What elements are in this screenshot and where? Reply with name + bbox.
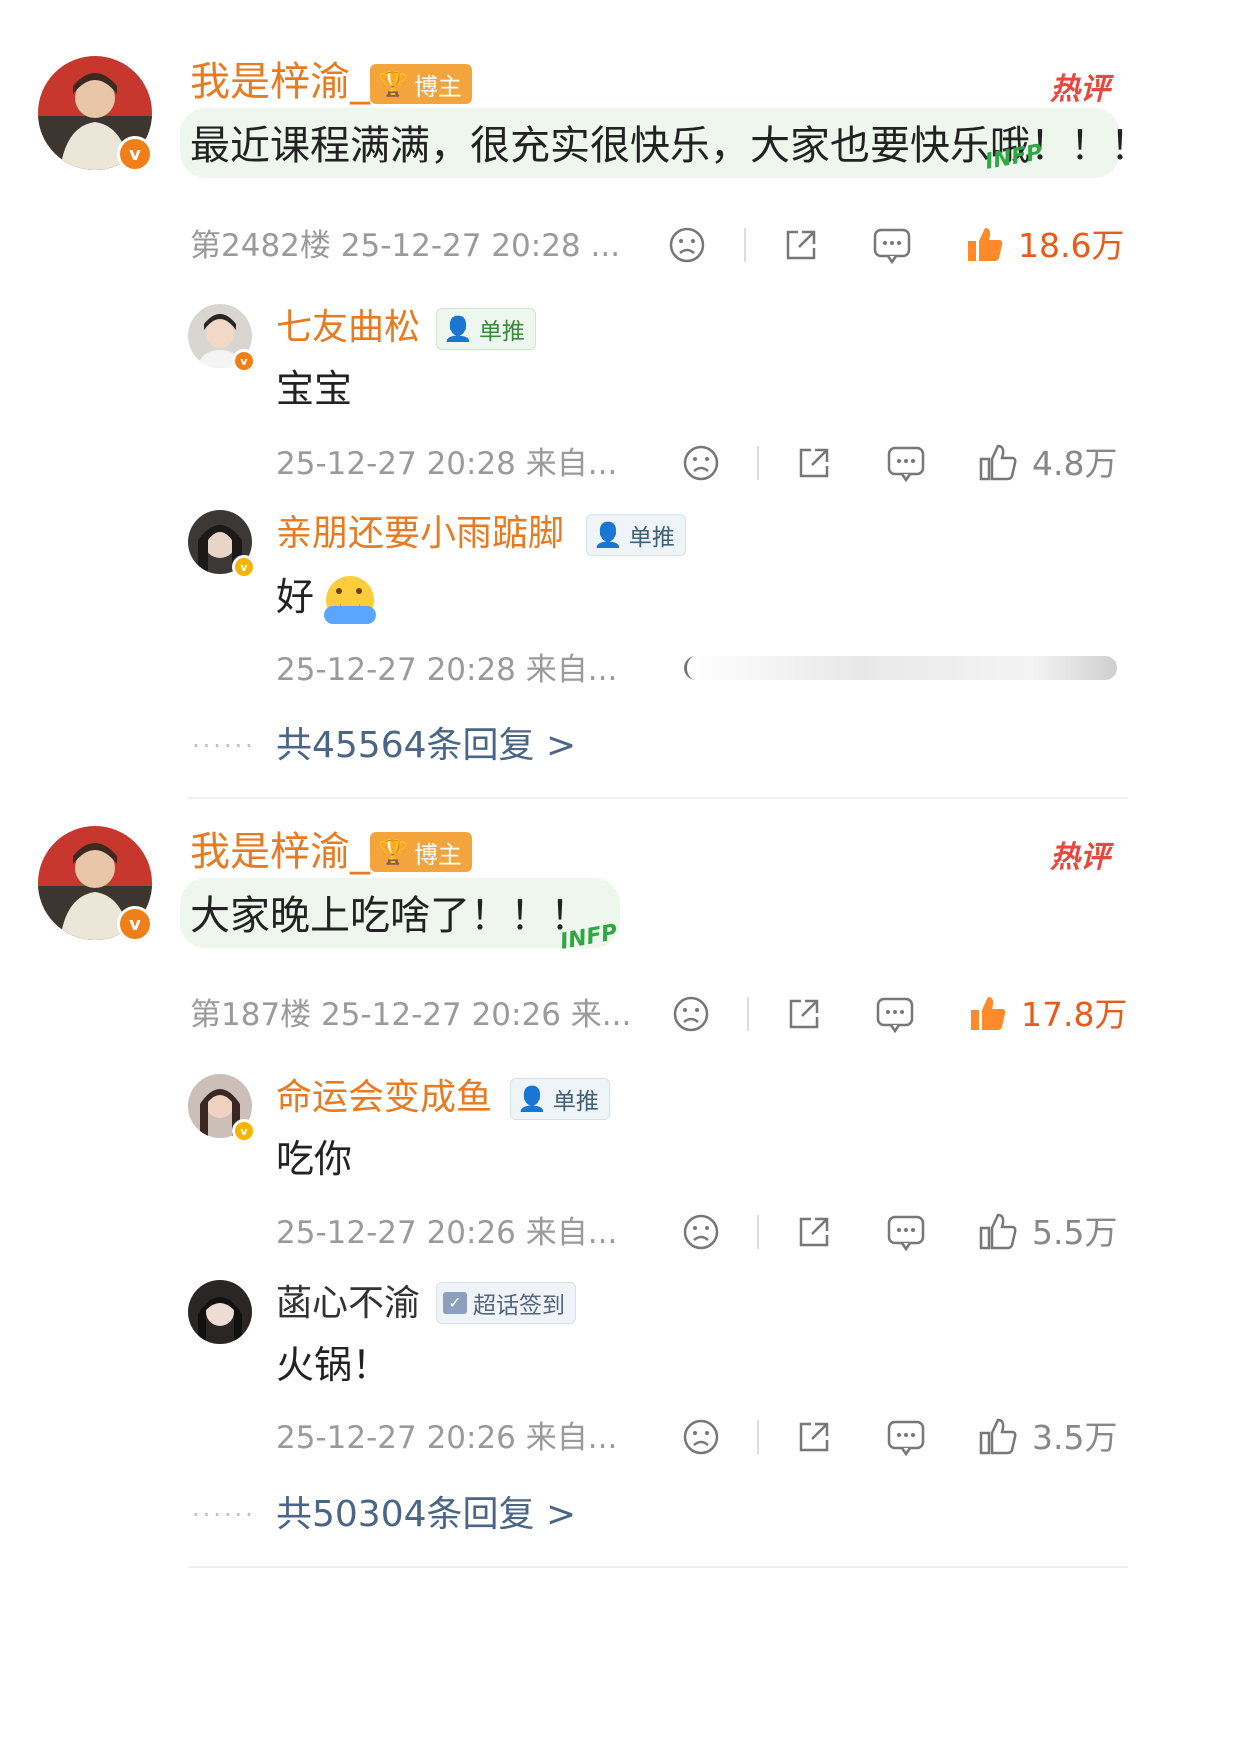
checkin-badge: ✓ 超话签到 (436, 1282, 576, 1324)
dislike-icon[interactable] (682, 1213, 720, 1255)
like-icon[interactable] (978, 1211, 1018, 1255)
view-more-replies-link[interactable]: 共45564条回复 > (276, 724, 576, 768)
comment-text: 大家晚上吃啥了！！！ (190, 893, 590, 939)
like-icon[interactable] (978, 442, 1018, 486)
verified-badge-icon: v (232, 349, 256, 373)
host-badge: 🏆 博主 (370, 832, 472, 872)
dislike-icon[interactable] (682, 444, 720, 486)
more-dots: ······ (192, 732, 256, 760)
like-count: 17.8万 (1021, 995, 1128, 1034)
share-icon[interactable] (795, 444, 833, 486)
reply-author[interactable]: 亲朋还要小雨踮脚 (276, 512, 564, 556)
divider (757, 1215, 759, 1249)
hug-emoji (324, 575, 377, 624)
hot-comment-tag: 热评 (1050, 72, 1110, 107)
comment-icon[interactable] (886, 1213, 926, 1255)
user-heart-icon: 👤 (517, 1085, 547, 1113)
reply-meta: 25-12-27 20:28 来自... (276, 446, 618, 482)
section-divider (188, 1566, 1128, 1568)
fan-badge: 👤 单推 (436, 308, 536, 350)
divider (747, 997, 749, 1031)
comment-author[interactable]: 我是梓渝_ (190, 828, 370, 876)
verified-badge-icon: v (117, 906, 153, 942)
share-icon[interactable] (785, 995, 823, 1037)
dislike-icon[interactable] (682, 1418, 720, 1460)
fan-badge: 👤 单推 (510, 1078, 610, 1120)
comment-icon[interactable] (875, 995, 915, 1037)
share-icon[interactable] (795, 1418, 833, 1460)
comment-icon[interactable] (872, 226, 912, 268)
view-more-replies-link[interactable]: 共50304条回复 > (276, 1493, 576, 1537)
comment-icon[interactable] (886, 1418, 926, 1460)
verified-badge-icon: v (117, 136, 153, 172)
host-badge: 🏆 博主 (370, 64, 472, 104)
more-dots: ······ (192, 1501, 256, 1529)
reply-text: 吃你 (276, 1137, 353, 1181)
divider (744, 228, 746, 262)
reply-text: 好 (276, 574, 377, 624)
section-divider (188, 797, 1128, 799)
divider (757, 1420, 759, 1454)
divider (757, 446, 759, 480)
share-icon[interactable] (782, 226, 820, 268)
reply-meta: 25-12-27 20:26 来自... (276, 1215, 618, 1251)
reply-author[interactable]: 七友曲松 (276, 306, 420, 350)
dislike-icon[interactable] (672, 995, 710, 1037)
reply-author[interactable]: 命运会变成鱼 (276, 1076, 492, 1120)
reply-text: 宝宝 (276, 367, 353, 411)
comment-meta: 第187楼 25-12-27 20:26 来... (190, 997, 632, 1033)
user-heart-icon: 👤 (443, 315, 473, 343)
verified-badge-icon: v (232, 1119, 256, 1143)
fan-badge: 👤 单推 (586, 514, 686, 556)
reply-avatar[interactable] (188, 1280, 252, 1344)
like-count: 3.5万 (1032, 1418, 1118, 1457)
reply-meta: 25-12-27 20:26 来自... (276, 1420, 618, 1456)
trophy-icon: 🏆 (378, 838, 408, 866)
like-icon-active[interactable] (968, 993, 1008, 1037)
loading-action-bar (684, 656, 1117, 680)
reply-meta: 25-12-27 20:28 来自... (276, 652, 618, 688)
like-count: 5.5万 (1032, 1213, 1118, 1252)
comment-icon[interactable] (886, 444, 926, 486)
comment-author[interactable]: 我是梓渝_ (190, 58, 370, 106)
share-icon[interactable] (795, 1213, 833, 1255)
dislike-icon[interactable] (668, 226, 706, 268)
reply-text: 火锅！ (276, 1343, 391, 1387)
user-heart-icon: 👤 (593, 521, 623, 549)
like-icon-active[interactable] (965, 224, 1005, 268)
hot-comment-tag: 热评 (1050, 840, 1110, 875)
verified-badge-icon: v (232, 555, 256, 579)
calendar-check-icon: ✓ (443, 1292, 467, 1314)
reply-author[interactable]: 菡心不渝 (276, 1282, 420, 1326)
like-icon[interactable] (978, 1416, 1018, 1460)
trophy-icon: 🏆 (378, 70, 408, 98)
like-count: 4.8万 (1032, 444, 1118, 483)
like-count: 18.6万 (1018, 226, 1125, 265)
comment-meta: 第2482楼 25-12-27 20:28 ... (190, 228, 621, 264)
